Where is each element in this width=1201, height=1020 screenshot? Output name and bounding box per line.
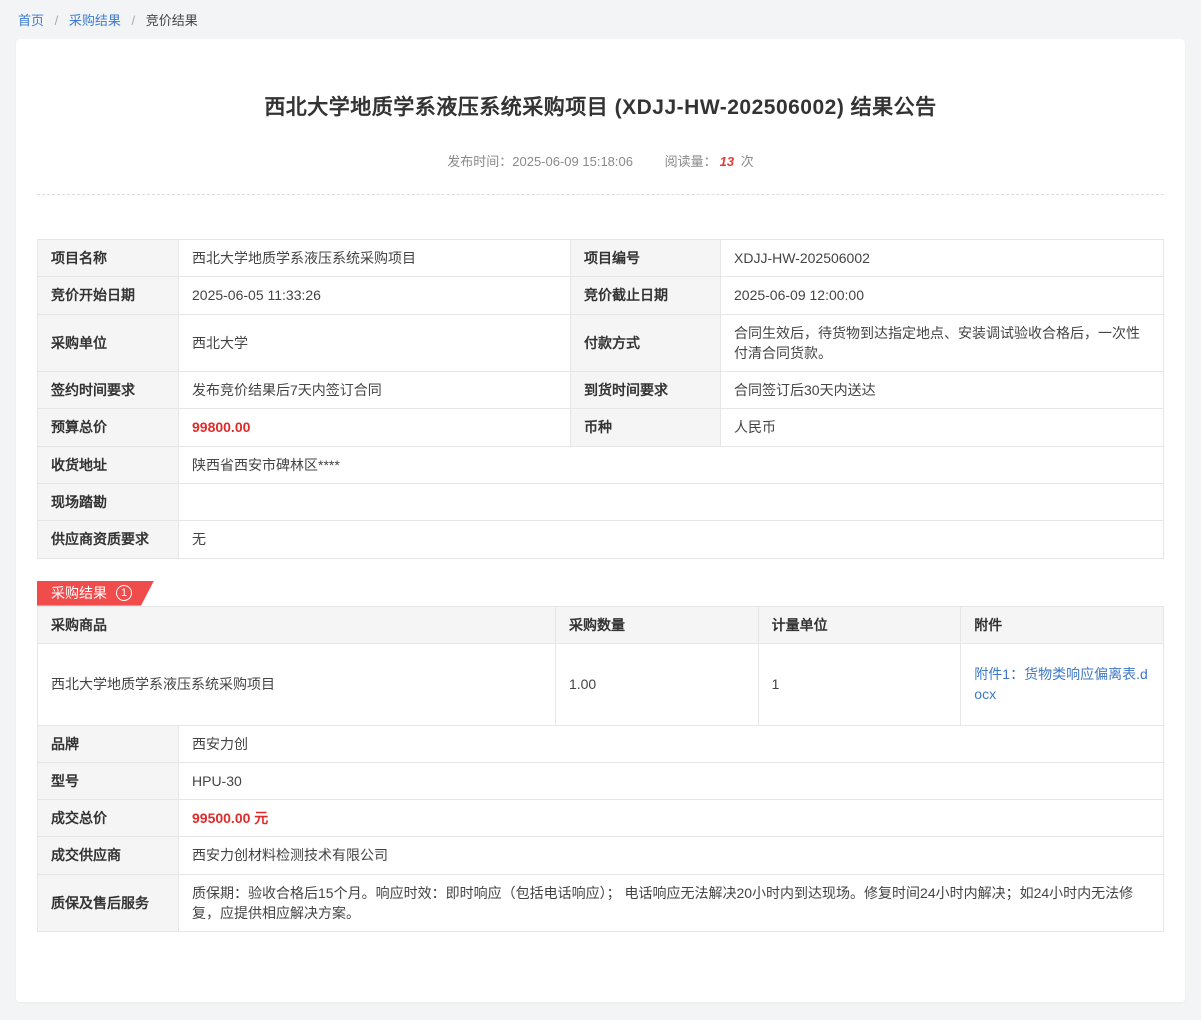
info-label-bid-end: 竞价截止日期 (571, 277, 721, 314)
detail-value-brand: 西安力创 (179, 725, 1164, 762)
info-label-project-name: 项目名称 (38, 240, 179, 277)
info-value-project-name: 西北大学地质学系液压系统采购项目 (179, 240, 571, 277)
table-row: 采购单位 西北大学 付款方式 合同生效后，待货物到达指定地点、安装调试验收合格后… (38, 314, 1164, 372)
info-value-signing-time: 发布竞价结果后7天内签订合同 (179, 372, 571, 409)
breadcrumb: 首页 / 采购结果 / 竞价结果 (0, 0, 1201, 37)
info-label-purchaser: 采购单位 (38, 314, 179, 372)
breadcrumb-separator: / (55, 13, 59, 28)
table-row: 西北大学地质学系液压系统采购项目 1.00 1 附件1：货物类响应偏离表.doc… (38, 643, 1164, 725)
page: 首页 / 采购结果 / 竞价结果 西北大学地质学系液压系统采购项目 (XDJJ-… (0, 0, 1201, 1002)
publish-time-label: 发布时间： (447, 154, 512, 169)
info-value-site-visit (179, 484, 1164, 521)
product-name: 西北大学地质学系液压系统采购项目 (38, 643, 556, 725)
table-row: 现场踏勘 (38, 484, 1164, 521)
views-count: 13 (720, 154, 734, 169)
info-label-site-visit: 现场踏勘 (38, 484, 179, 521)
result-section-header: 采购结果 1 (37, 581, 1164, 606)
table-row: 预算总价 99800.00 币种 人民币 (38, 409, 1164, 446)
announcement-card: 西北大学地质学系液压系统采购项目 (XDJJ-HW-202506002) 结果公… (16, 39, 1185, 1002)
product-quantity: 1.00 (555, 643, 758, 725)
info-value-payment: 合同生效后，待货物到达指定地点、安装调试验收合格后，一次性付清合同货款。 (721, 314, 1164, 372)
publish-time-value: 2025-06-09 15:18:06 (512, 154, 633, 169)
result-count-badge: 1 (116, 585, 132, 601)
header-unit: 计量单位 (758, 606, 961, 643)
views-label: 阅读量： (665, 154, 717, 169)
dashed-divider (37, 194, 1164, 195)
header-attachment: 附件 (961, 606, 1164, 643)
table-row: 成交供应商 西安力创材料检测技术有限公司 (38, 837, 1164, 874)
table-row: 成交总价 99500.00 元 (38, 800, 1164, 837)
breadcrumb-current: 竞价结果 (146, 13, 198, 28)
header-product: 采购商品 (38, 606, 556, 643)
table-header-row: 采购商品 采购数量 计量单位 附件 (38, 606, 1164, 643)
table-row: 收货地址 陕西省西安市碑林区**** (38, 446, 1164, 483)
info-label-budget: 预算总价 (38, 409, 179, 446)
result-ribbon-label: 采购结果 (51, 583, 107, 603)
detail-value-warranty-service: 质保期：验收合格后15个月。响应时效：即时响应（包括电话响应）； 电话响应无法解… (179, 874, 1164, 932)
detail-label-winning-supplier: 成交供应商 (38, 837, 179, 874)
detail-label-brand: 品牌 (38, 725, 179, 762)
info-value-budget: 99800.00 (179, 409, 571, 446)
table-row: 签约时间要求 发布竞价结果后7天内签订合同 到货时间要求 合同签订后30天内送达 (38, 372, 1164, 409)
info-value-currency: 人民币 (721, 409, 1164, 446)
table-row: 供应商资质要求 无 (38, 521, 1164, 558)
detail-value-final-price: 99500.00 元 (179, 800, 1164, 837)
table-row: 型号 HPU-30 (38, 762, 1164, 799)
info-label-project-number: 项目编号 (571, 240, 721, 277)
info-value-bid-start: 2025-06-05 11:33:26 (179, 277, 571, 314)
info-label-signing-time: 签约时间要求 (38, 372, 179, 409)
detail-label-model: 型号 (38, 762, 179, 799)
info-label-delivery-address: 收货地址 (38, 446, 179, 483)
header-quantity: 采购数量 (555, 606, 758, 643)
info-value-bid-end: 2025-06-09 12:00:00 (721, 277, 1164, 314)
info-label-delivery-time: 到货时间要求 (571, 372, 721, 409)
info-value-purchaser: 西北大学 (179, 314, 571, 372)
detail-value-model: HPU-30 (179, 762, 1164, 799)
detail-label-warranty-service: 质保及售后服务 (38, 874, 179, 932)
detail-label-final-price: 成交总价 (38, 800, 179, 837)
announcement-meta: 发布时间：2025-06-09 15:18:06 阅读量：13 次 (37, 151, 1164, 170)
info-value-delivery-time: 合同签订后30天内送达 (721, 372, 1164, 409)
purchase-result-table: 采购商品 采购数量 计量单位 附件 西北大学地质学系液压系统采购项目 1.00 … (37, 606, 1164, 726)
info-value-supplier-qualification: 无 (179, 521, 1164, 558)
breadcrumb-separator: / (132, 13, 136, 28)
page-title: 西北大学地质学系液压系统采购项目 (XDJJ-HW-202506002) 结果公… (37, 91, 1164, 121)
breadcrumb-home[interactable]: 首页 (18, 13, 44, 28)
breadcrumb-purchase-results[interactable]: 采购结果 (69, 13, 121, 28)
result-ribbon: 采购结果 1 (37, 581, 154, 606)
info-label-supplier-qualification: 供应商资质要求 (38, 521, 179, 558)
table-row: 竞价开始日期 2025-06-05 11:33:26 竞价截止日期 2025-0… (38, 277, 1164, 314)
project-info-table: 项目名称 西北大学地质学系液压系统采购项目 项目编号 XDJJ-HW-20250… (37, 239, 1164, 559)
table-row: 质保及售后服务 质保期：验收合格后15个月。响应时效：即时响应（包括电话响应）；… (38, 874, 1164, 932)
product-unit: 1 (758, 643, 961, 725)
info-label-currency: 币种 (571, 409, 721, 446)
info-label-payment: 付款方式 (571, 314, 721, 372)
views-unit: 次 (741, 154, 754, 169)
info-value-delivery-address: 陕西省西安市碑林区**** (179, 446, 1164, 483)
table-row: 项目名称 西北大学地质学系液压系统采购项目 项目编号 XDJJ-HW-20250… (38, 240, 1164, 277)
info-label-bid-start: 竞价开始日期 (38, 277, 179, 314)
attachment-link[interactable]: 附件1：货物类响应偏离表.docx (974, 666, 1147, 702)
info-value-project-number: XDJJ-HW-202506002 (721, 240, 1164, 277)
result-detail-table: 品牌 西安力创 型号 HPU-30 成交总价 99500.00 元 成交供应商 … (37, 725, 1164, 933)
product-attachment-cell: 附件1：货物类响应偏离表.docx (961, 643, 1164, 725)
detail-value-winning-supplier: 西安力创材料检测技术有限公司 (179, 837, 1164, 874)
table-row: 品牌 西安力创 (38, 725, 1164, 762)
